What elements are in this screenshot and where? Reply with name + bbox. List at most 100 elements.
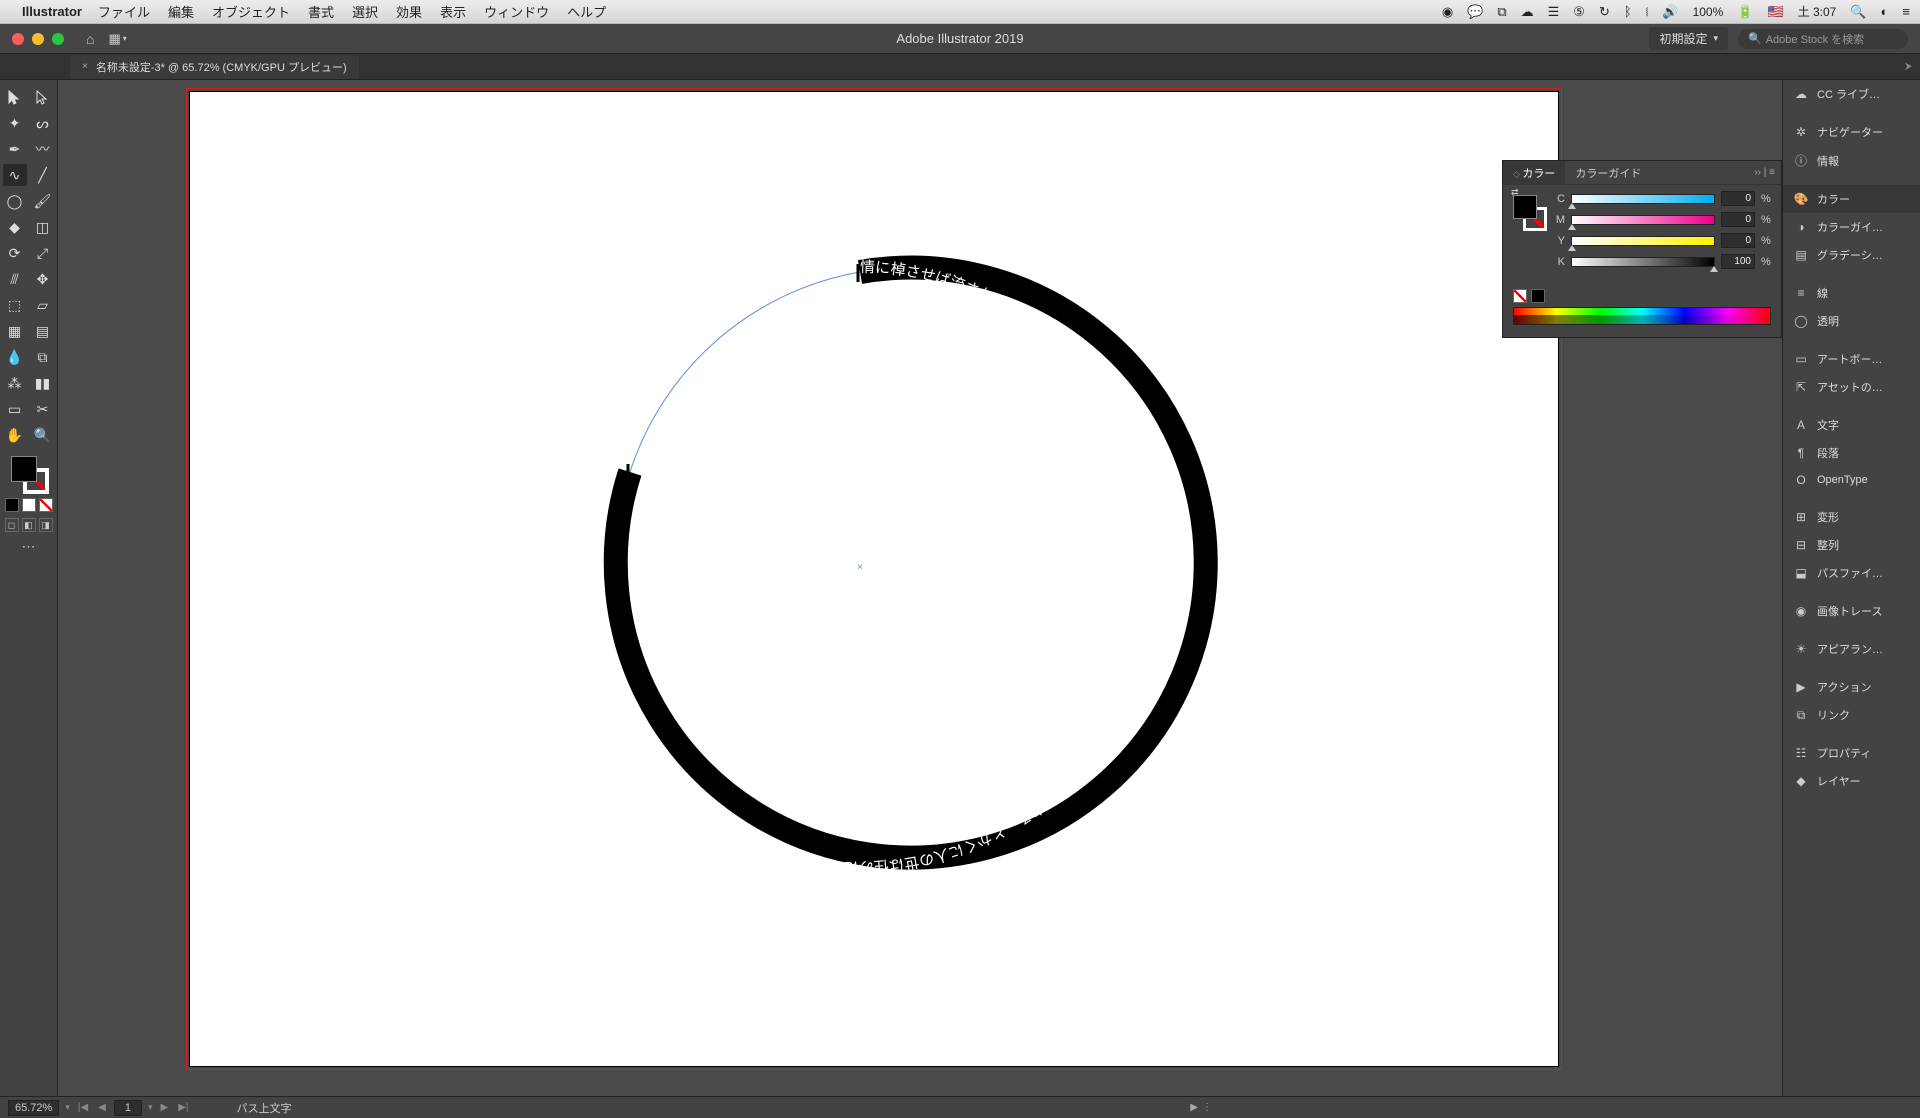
swatch-none[interactable] [1513, 289, 1527, 303]
clock[interactable]: 土 3:07 [1798, 3, 1837, 20]
cc-icon[interactable]: ☁ [1521, 4, 1534, 20]
cyan-slider[interactable] [1571, 194, 1715, 204]
pen-tool[interactable]: ✒ [3, 138, 27, 160]
close-tab-icon[interactable]: × [82, 61, 88, 72]
hand-tool[interactable]: ✋ [3, 424, 27, 446]
width-tool[interactable]: ⫻ [3, 268, 27, 290]
panel-align[interactable]: ⊟整列 [1783, 531, 1920, 559]
panel-asset-export[interactable]: ⇱アセットの… [1783, 373, 1920, 401]
shaper-tool[interactable]: ◆ [3, 216, 27, 238]
type-on-path-tool[interactable]: ∿ [3, 164, 27, 186]
panel-pathfinder[interactable]: ⬓パスファイ… [1783, 559, 1920, 587]
bluetooth-icon[interactable]: ᛒ [1624, 4, 1632, 19]
magenta-slider[interactable] [1571, 215, 1715, 225]
panel-stroke[interactable]: ≡線 [1783, 279, 1920, 307]
volume-icon[interactable]: 🔊 [1662, 4, 1678, 20]
menu-edit[interactable]: 編集 [168, 2, 194, 21]
timemachine-icon[interactable]: ↻ [1599, 4, 1610, 20]
color-panel[interactable]: ◇ カラー カラーガイド ›› | ≡ ⇄ C % M % [1502, 160, 1782, 338]
cyan-input[interactable] [1721, 191, 1755, 206]
slice-tool[interactable]: ✂ [31, 398, 55, 420]
zoom-level[interactable]: 65.72% [8, 1100, 59, 1116]
symbol-sprayer-tool[interactable]: ⁂ [3, 372, 27, 394]
panel-appearance[interactable]: ☀アピアラン… [1783, 635, 1920, 663]
panel-color-guide[interactable]: ◑カラーガイ… [1783, 213, 1920, 241]
ellipse-tool[interactable]: ◯ [3, 190, 27, 212]
menu-view[interactable]: 表示 [440, 2, 466, 21]
mesh-tool[interactable]: ▦ [3, 320, 27, 342]
panel-layers[interactable]: ◆レイヤー [1783, 767, 1920, 795]
scale-tool[interactable]: ⤢ [31, 242, 55, 264]
panel-artboards[interactable]: ▭アートボー… [1783, 345, 1920, 373]
prev-artboard-button[interactable]: ◀ [96, 1102, 108, 1113]
artboard-number[interactable]: 1 [114, 1100, 142, 1116]
dropbox-icon[interactable]: ⧉ [1497, 4, 1506, 20]
magenta-input[interactable] [1721, 212, 1755, 227]
swatch-black[interactable] [1531, 289, 1545, 303]
input-flag-icon[interactable]: 🇺🇸 [1767, 4, 1783, 20]
close-window-button[interactable] [12, 33, 24, 45]
panel-actions[interactable]: ▶アクション [1783, 673, 1920, 701]
panel-color[interactable]: 🎨カラー [1783, 185, 1920, 213]
menu-help[interactable]: ヘルプ [567, 2, 606, 21]
panel-gradient[interactable]: ▤グラデーシ… [1783, 241, 1920, 269]
battery-pct[interactable]: 100% [1693, 5, 1724, 19]
color-mode-solid[interactable] [5, 498, 19, 512]
menu-type[interactable]: 書式 [308, 2, 334, 21]
app-menu[interactable]: Illustrator [22, 4, 82, 19]
panel-fill-swatch[interactable] [1513, 195, 1537, 219]
line-tool[interactable]: ╱ [31, 164, 55, 186]
spectrum-picker[interactable] [1513, 307, 1771, 325]
yellow-input[interactable] [1721, 233, 1755, 248]
lasso-tool[interactable]: ᔕ [31, 112, 55, 134]
panel-cc-libraries[interactable]: ☁CC ライブ… [1783, 80, 1920, 108]
maximize-window-button[interactable] [52, 33, 64, 45]
selection-tool[interactable] [3, 86, 27, 108]
home-icon[interactable]: ⌂ [86, 31, 94, 47]
panel-transform[interactable]: ⊞変形 [1783, 503, 1920, 531]
fill-stroke-indicator[interactable] [9, 454, 49, 494]
spotlight-icon[interactable]: 🔍 [1850, 4, 1866, 20]
artboard-tool[interactable]: ▭ [3, 398, 27, 420]
panel-properties[interactable]: ☷プロパティ [1783, 739, 1920, 767]
black-input[interactable] [1721, 254, 1755, 269]
battery-icon[interactable]: 🔋 [1737, 4, 1753, 20]
first-artboard-button[interactable]: |◀ [76, 1102, 90, 1113]
free-transform-tool[interactable]: ✥ [31, 268, 55, 290]
menu-effect[interactable]: 効果 [396, 2, 422, 21]
color-panel-tab-guide[interactable]: カラーガイド [1565, 161, 1651, 185]
minimize-window-button[interactable] [32, 33, 44, 45]
black-slider[interactable] [1571, 257, 1715, 267]
panel-paragraph[interactable]: ¶段落 [1783, 439, 1920, 467]
draw-normal[interactable]: ◻ [5, 518, 19, 532]
eraser-tool[interactable]: ◫ [31, 216, 55, 238]
zoom-tool[interactable]: 🔍 [31, 424, 55, 446]
collapse-panels-icon[interactable]: ⮞ [1905, 61, 1912, 72]
next-artboard-button[interactable]: ▶ [159, 1102, 171, 1113]
panel-transparency[interactable]: ◯透明 [1783, 307, 1920, 335]
color-panel-tab-color[interactable]: ◇ カラー [1503, 161, 1565, 185]
artboard[interactable]: × 情に棹させば流される。智に働けば角が立つ。どこへ越しても住みにくいと悟った時… [190, 92, 1558, 1066]
arrange-documents-icon[interactable]: ▦ ▾ [108, 31, 126, 47]
panel-image-trace[interactable]: ◉画像トレース [1783, 597, 1920, 625]
menu-window[interactable]: ウィンドウ [484, 2, 549, 21]
rotate-tool[interactable]: ⟳ [3, 242, 27, 264]
last-artboard-button[interactable]: ▶| [176, 1102, 190, 1113]
fill-swatch[interactable] [11, 456, 37, 482]
siri-icon[interactable]: ◐ [1881, 4, 1889, 19]
wifi-icon[interactable]: ⧙ [1646, 4, 1649, 20]
workspace-switcher[interactable]: 初期設定▾ [1649, 27, 1728, 50]
column-graph-tool[interactable]: ▮▮ [31, 372, 55, 394]
menu-file[interactable]: ファイル [98, 2, 150, 21]
paintbrush-tool[interactable]: 🖌 [31, 190, 55, 212]
yellow-slider[interactable] [1571, 236, 1715, 246]
record-icon[interactable]: ◉ [1442, 4, 1453, 20]
line-icon[interactable]: 💬 [1467, 4, 1483, 20]
panel-info[interactable]: ⓘ情報 [1783, 146, 1920, 175]
menu-object[interactable]: オブジェクト [212, 2, 290, 21]
menu-select[interactable]: 選択 [352, 2, 378, 21]
panel-character[interactable]: A文字 [1783, 411, 1920, 439]
color-mode-none[interactable] [39, 498, 53, 512]
panel-links[interactable]: ⧉リンク [1783, 701, 1920, 729]
backup-icon[interactable]: ⑤ [1573, 4, 1585, 20]
